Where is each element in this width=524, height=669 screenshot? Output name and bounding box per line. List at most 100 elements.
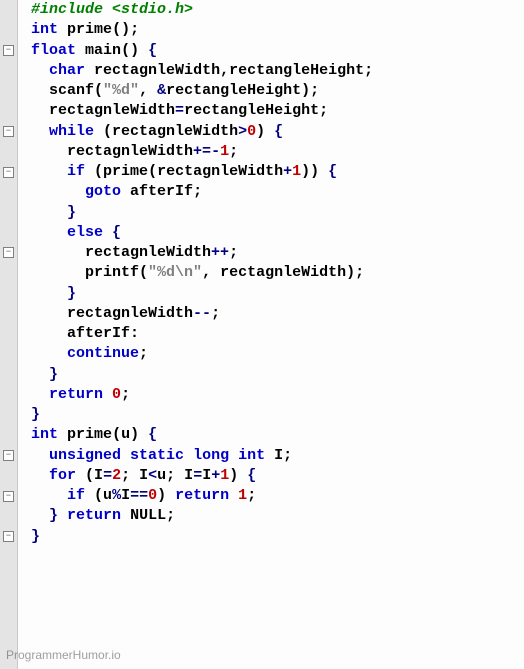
token-kw: if <box>67 487 85 504</box>
token-op: - <box>211 143 220 160</box>
token-brace: { <box>328 163 337 180</box>
token-punc <box>58 21 67 38</box>
token-punc: ; <box>166 507 175 524</box>
token-fn: printf <box>85 264 139 281</box>
token-punc: ; <box>121 467 139 484</box>
token-punc: () <box>121 42 148 59</box>
code-line: } <box>22 284 373 304</box>
code-line: return 0; <box>22 385 373 405</box>
token-punc: ( <box>85 487 103 504</box>
token-brace: { <box>112 224 121 241</box>
token-brace: } <box>67 285 76 302</box>
token-punc: ) <box>256 123 274 140</box>
token-punc <box>229 487 238 504</box>
token-num: 1 <box>220 467 229 484</box>
code-line: printf("%d\n", rectagnleWidth); <box>22 263 373 283</box>
token-punc: ( <box>139 264 148 281</box>
token-op: == <box>130 487 148 504</box>
token-op: + <box>283 163 292 180</box>
token-ident: rectagnleWidth <box>67 143 193 160</box>
fold-toggle[interactable]: − <box>3 491 14 502</box>
token-ident: u <box>157 467 166 484</box>
token-fn: scanf <box>49 82 94 99</box>
token-kw: int <box>31 426 58 443</box>
token-op: += <box>193 143 211 160</box>
token-preproc: #include <stdio.h> <box>31 1 193 18</box>
code-line: unsigned static long int I; <box>22 446 373 466</box>
token-punc: (); <box>112 21 139 38</box>
token-str: "%d\n" <box>148 264 202 281</box>
token-punc <box>103 386 112 403</box>
token-punc: ( <box>94 123 112 140</box>
code-line: } <box>22 203 373 223</box>
token-ident: rectagnleWidth <box>112 123 238 140</box>
token-op: + <box>211 467 220 484</box>
fold-toggle[interactable]: − <box>3 126 14 137</box>
code-line: int prime(u) { <box>22 425 373 445</box>
fold-toggle[interactable]: − <box>3 45 14 56</box>
token-ident: rectagnleWidth <box>85 244 211 261</box>
token-kw: int <box>238 447 265 464</box>
token-kw: long <box>193 447 229 464</box>
token-punc: ( <box>94 82 103 99</box>
token-op: = <box>103 467 112 484</box>
token-num: 2 <box>112 467 121 484</box>
fold-toggle[interactable]: − <box>3 167 14 178</box>
token-punc <box>121 507 130 524</box>
token-num: 1 <box>238 487 247 504</box>
token-punc <box>184 447 193 464</box>
fold-toggle[interactable]: − <box>3 450 14 461</box>
token-kw: return <box>175 487 229 504</box>
token-kw: return <box>67 507 121 524</box>
token-punc: ; <box>283 447 292 464</box>
token-ident: rectangleHeight <box>229 62 364 79</box>
token-fn: main <box>85 42 121 59</box>
token-ident: u <box>103 487 112 504</box>
token-ident: I <box>202 467 211 484</box>
token-fn: prime <box>103 163 148 180</box>
fold-toggle[interactable]: − <box>3 531 14 542</box>
code-line: } return NULL; <box>22 506 373 526</box>
code-line: int prime(); <box>22 20 373 40</box>
token-punc <box>121 183 130 200</box>
token-punc: : <box>130 325 139 342</box>
token-op: & <box>157 82 166 99</box>
code-line: while (rectagnleWidth>0) { <box>22 122 373 142</box>
token-punc: ; <box>229 143 238 160</box>
token-ident: rectagnleWidth <box>157 163 283 180</box>
fold-toggle[interactable]: − <box>3 247 14 258</box>
code-line: char rectagnleWidth,rectangleHeight; <box>22 61 373 81</box>
token-punc: , <box>139 82 157 99</box>
token-kw: while <box>49 123 94 140</box>
token-kw: unsigned <box>49 447 121 464</box>
token-punc: ) <box>229 467 247 484</box>
token-brace: } <box>31 406 40 423</box>
token-kw: static <box>130 447 184 464</box>
token-brace: { <box>247 467 256 484</box>
token-op: % <box>112 487 121 504</box>
token-punc: ; <box>121 386 130 403</box>
token-punc <box>58 426 67 443</box>
code-line: rectagnleWidth=rectangleHeight; <box>22 101 373 121</box>
token-kw: goto <box>85 183 121 200</box>
token-kw: else <box>67 224 103 241</box>
code-line: rectagnleWidth--; <box>22 304 373 324</box>
token-brace: } <box>67 204 76 221</box>
code-line: } <box>22 527 373 547</box>
code-line: continue; <box>22 344 373 364</box>
token-ident: afterIf <box>67 325 130 342</box>
code-line: if (prime(rectagnleWidth+1)) { <box>22 162 373 182</box>
token-ident: rectagnleWidth <box>49 102 175 119</box>
code-line: scanf("%d", &rectangleHeight); <box>22 81 373 101</box>
code-line: #include <stdio.h> <box>22 0 373 20</box>
token-brace: { <box>274 123 283 140</box>
token-num: 1 <box>292 163 301 180</box>
token-punc: ; <box>247 487 256 504</box>
token-kw: continue <box>67 345 139 362</box>
token-str: "%d" <box>103 82 139 99</box>
code-line: afterIf: <box>22 324 373 344</box>
token-punc: ; <box>319 102 328 119</box>
token-op: -- <box>193 305 211 322</box>
token-ident: I <box>184 467 193 484</box>
code-line: goto afterIf; <box>22 182 373 202</box>
